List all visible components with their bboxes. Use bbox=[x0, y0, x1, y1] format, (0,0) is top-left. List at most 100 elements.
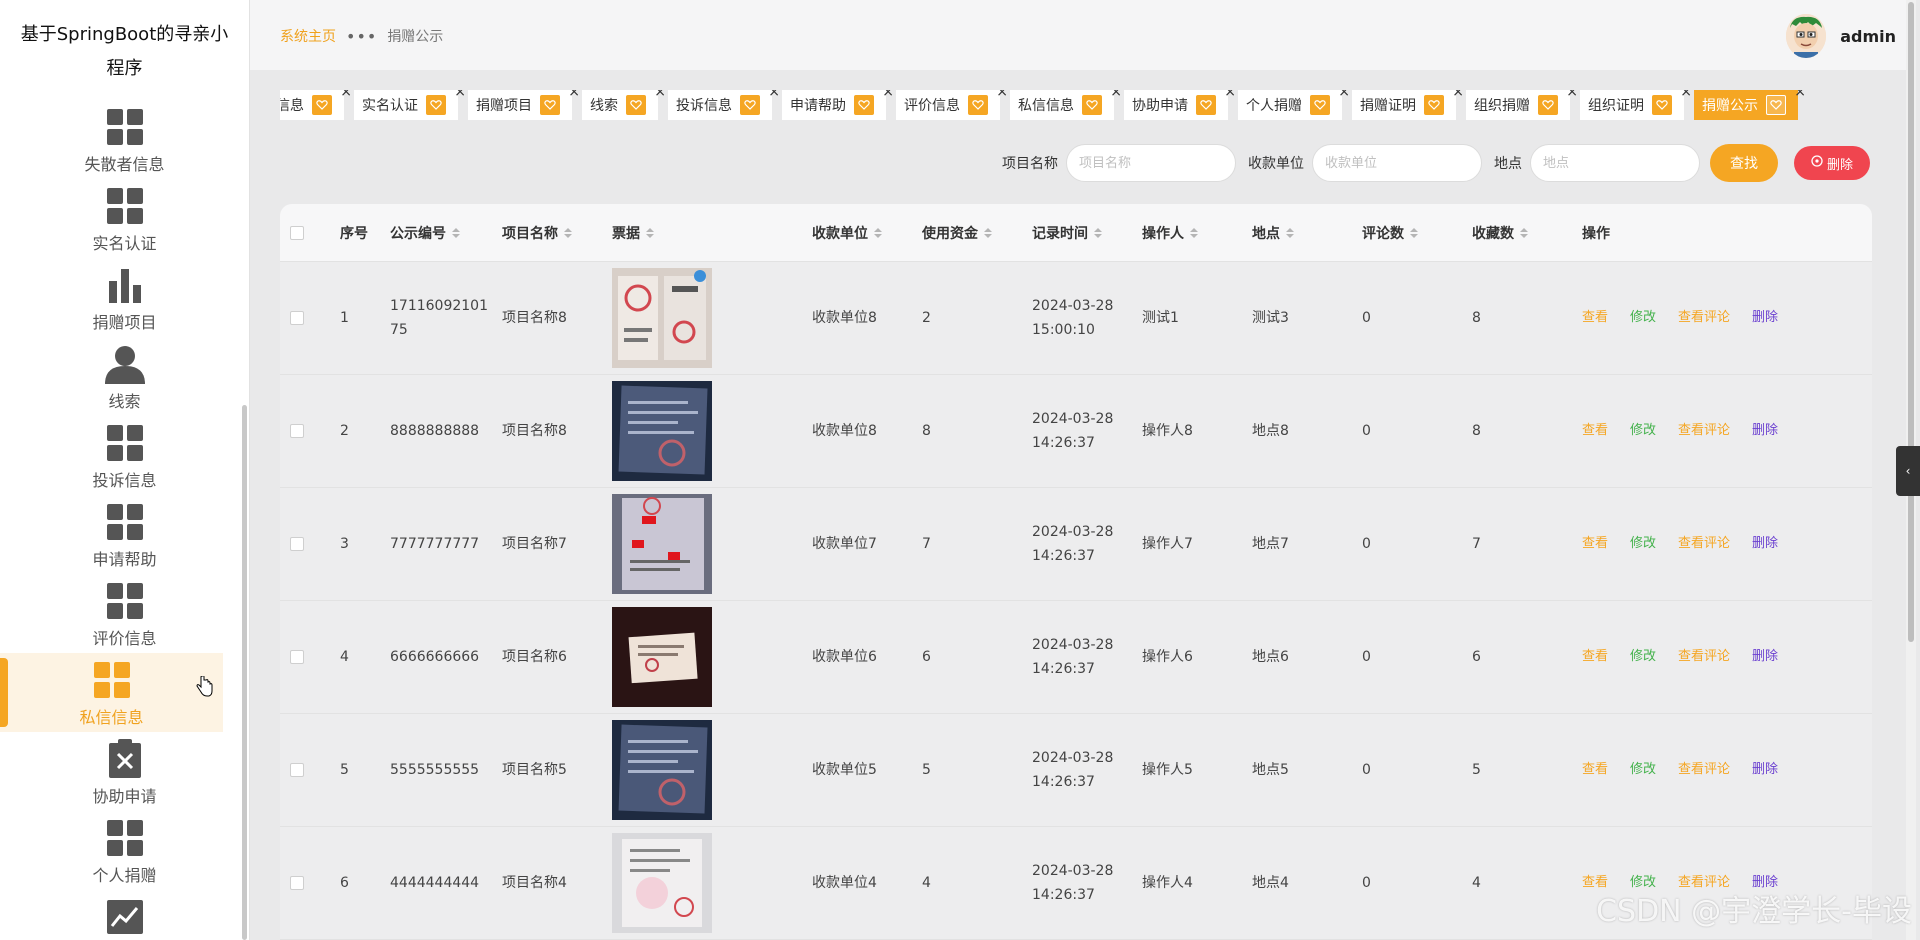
close-icon[interactable]: × bbox=[1338, 90, 1350, 100]
close-icon[interactable]: × bbox=[768, 90, 780, 100]
receipt-image[interactable] bbox=[612, 268, 712, 368]
column-header[interactable]: 公示编号 bbox=[390, 223, 502, 243]
tab[interactable]: 申请帮助 × bbox=[782, 90, 894, 120]
sort-caret-icon[interactable] bbox=[1520, 227, 1528, 238]
close-icon[interactable]: × bbox=[454, 90, 466, 100]
sort-caret-icon[interactable] bbox=[984, 227, 992, 238]
receipt-image[interactable] bbox=[612, 381, 712, 481]
sidebar-item[interactable]: 捐赠项目 bbox=[0, 258, 249, 337]
sort-caret-icon[interactable] bbox=[564, 227, 572, 238]
view-button[interactable]: 查看 bbox=[1582, 645, 1608, 669]
column-header[interactable]: 收藏数 bbox=[1472, 223, 1582, 243]
column-header[interactable]: 票据 bbox=[612, 223, 812, 243]
sidebar-item[interactable]: 失散者信息 bbox=[0, 100, 249, 179]
delete-button[interactable]: 删除 bbox=[1752, 419, 1778, 443]
row-checkbox[interactable] bbox=[290, 876, 304, 890]
sidebar-item[interactable]: 协助申请 bbox=[0, 732, 249, 811]
column-header[interactable]: 记录时间 bbox=[1032, 223, 1142, 243]
sidebar-item[interactable]: 实名认证 bbox=[0, 179, 249, 258]
edit-button[interactable]: 修改 bbox=[1630, 532, 1656, 556]
sort-caret-icon[interactable] bbox=[874, 227, 882, 238]
tab[interactable]: 投诉信息 × bbox=[668, 90, 780, 120]
column-header[interactable]: 序号 bbox=[340, 223, 390, 243]
sidebar-item[interactable]: 申请帮助 bbox=[0, 495, 249, 574]
close-icon[interactable]: × bbox=[1566, 90, 1578, 100]
view-comments-button[interactable]: 查看评论 bbox=[1678, 645, 1730, 669]
tab[interactable]: 捐赠项目 × bbox=[468, 90, 580, 120]
row-checkbox[interactable] bbox=[290, 537, 304, 551]
close-icon[interactable]: × bbox=[1224, 90, 1236, 100]
column-header[interactable]: 地点 bbox=[1252, 223, 1362, 243]
delete-button[interactable]: 删除 bbox=[1752, 306, 1778, 330]
receipt-image[interactable] bbox=[612, 494, 712, 594]
close-icon[interactable]: × bbox=[568, 90, 580, 100]
sort-caret-icon[interactable] bbox=[452, 227, 460, 238]
sidebar-item[interactable]: 私信信息 bbox=[0, 653, 223, 732]
row-checkbox[interactable] bbox=[290, 763, 304, 777]
avatar[interactable] bbox=[1786, 14, 1827, 58]
close-icon[interactable]: × bbox=[340, 90, 352, 100]
column-header[interactable]: 使用资金 bbox=[922, 223, 1032, 243]
receipt-image[interactable] bbox=[612, 607, 712, 707]
tab[interactable]: 线索 × bbox=[582, 90, 666, 120]
tab[interactable]: 评价信息 × bbox=[896, 90, 1008, 120]
edit-button[interactable]: 修改 bbox=[1630, 758, 1656, 782]
tab[interactable]: 组织捐赠 × bbox=[1466, 90, 1578, 120]
sort-caret-icon[interactable] bbox=[1410, 227, 1418, 238]
search-button[interactable]: 查找 bbox=[1710, 144, 1778, 182]
view-button[interactable]: 查看 bbox=[1582, 419, 1608, 443]
close-icon[interactable]: × bbox=[1110, 90, 1122, 100]
sidebar-item[interactable]: 捐赠证明 bbox=[0, 890, 249, 940]
row-checkbox[interactable] bbox=[290, 650, 304, 664]
view-comments-button[interactable]: 查看评论 bbox=[1678, 306, 1730, 330]
view-button[interactable]: 查看 bbox=[1582, 758, 1608, 782]
tab[interactable]: 私信信息 × bbox=[1010, 90, 1122, 120]
bulk-delete-button[interactable]: 删除 bbox=[1794, 146, 1870, 180]
sort-caret-icon[interactable] bbox=[1190, 227, 1198, 238]
payee-input[interactable] bbox=[1312, 144, 1482, 182]
close-icon[interactable]: × bbox=[882, 90, 894, 100]
edit-button[interactable]: 修改 bbox=[1630, 645, 1656, 669]
close-icon[interactable]: × bbox=[1794, 90, 1806, 100]
close-icon[interactable]: × bbox=[996, 90, 1008, 100]
select-all-checkbox[interactable] bbox=[290, 225, 304, 240]
delete-button[interactable]: 删除 bbox=[1752, 532, 1778, 556]
collapse-panel-button[interactable]: ‹ bbox=[1896, 446, 1920, 496]
close-icon[interactable]: × bbox=[1452, 90, 1464, 100]
tab[interactable]: 组织证明 × bbox=[1580, 90, 1692, 120]
user-menu[interactable]: admin bbox=[1786, 14, 1896, 58]
project-name-input[interactable] bbox=[1066, 144, 1236, 182]
breadcrumb-home[interactable]: 系统主页 bbox=[280, 26, 336, 46]
row-checkbox[interactable] bbox=[290, 311, 304, 325]
tab[interactable]: 信息 × bbox=[280, 90, 352, 120]
sidebar-scrollbar[interactable] bbox=[242, 405, 247, 940]
receipt-image[interactable] bbox=[612, 833, 712, 933]
sort-caret-icon[interactable] bbox=[1286, 227, 1294, 238]
sidebar-item[interactable]: 个人捐赠 bbox=[0, 811, 249, 890]
sidebar-item[interactable]: 线索 bbox=[0, 337, 249, 416]
edit-button[interactable]: 修改 bbox=[1630, 306, 1656, 330]
delete-button[interactable]: 删除 bbox=[1752, 645, 1778, 669]
delete-button[interactable]: 删除 bbox=[1752, 758, 1778, 782]
page-scrollbar-thumb[interactable] bbox=[1908, 2, 1914, 642]
close-icon[interactable]: × bbox=[654, 90, 666, 100]
column-header[interactable]: 评论数 bbox=[1362, 223, 1472, 243]
view-comments-button[interactable]: 查看评论 bbox=[1678, 419, 1730, 443]
tab[interactable]: 捐赠证明 × bbox=[1352, 90, 1464, 120]
close-icon[interactable]: × bbox=[1680, 90, 1692, 100]
column-header[interactable]: 收款单位 bbox=[812, 223, 922, 243]
column-header[interactable]: 项目名称 bbox=[502, 223, 612, 243]
sidebar-item[interactable]: 评价信息 bbox=[0, 574, 249, 653]
view-button[interactable]: 查看 bbox=[1582, 306, 1608, 330]
column-header[interactable]: 操作人 bbox=[1142, 223, 1252, 243]
sort-caret-icon[interactable] bbox=[646, 227, 654, 238]
receipt-image[interactable] bbox=[612, 720, 712, 820]
sidebar-item[interactable]: 投诉信息 bbox=[0, 416, 249, 495]
location-input[interactable] bbox=[1530, 144, 1700, 182]
view-comments-button[interactable]: 查看评论 bbox=[1678, 532, 1730, 556]
view-button[interactable]: 查看 bbox=[1582, 532, 1608, 556]
tab[interactable]: 实名认证 × bbox=[354, 90, 466, 120]
username[interactable]: admin bbox=[1840, 27, 1896, 46]
view-comments-button[interactable]: 查看评论 bbox=[1678, 758, 1730, 782]
tab[interactable]: 个人捐赠 × bbox=[1238, 90, 1350, 120]
